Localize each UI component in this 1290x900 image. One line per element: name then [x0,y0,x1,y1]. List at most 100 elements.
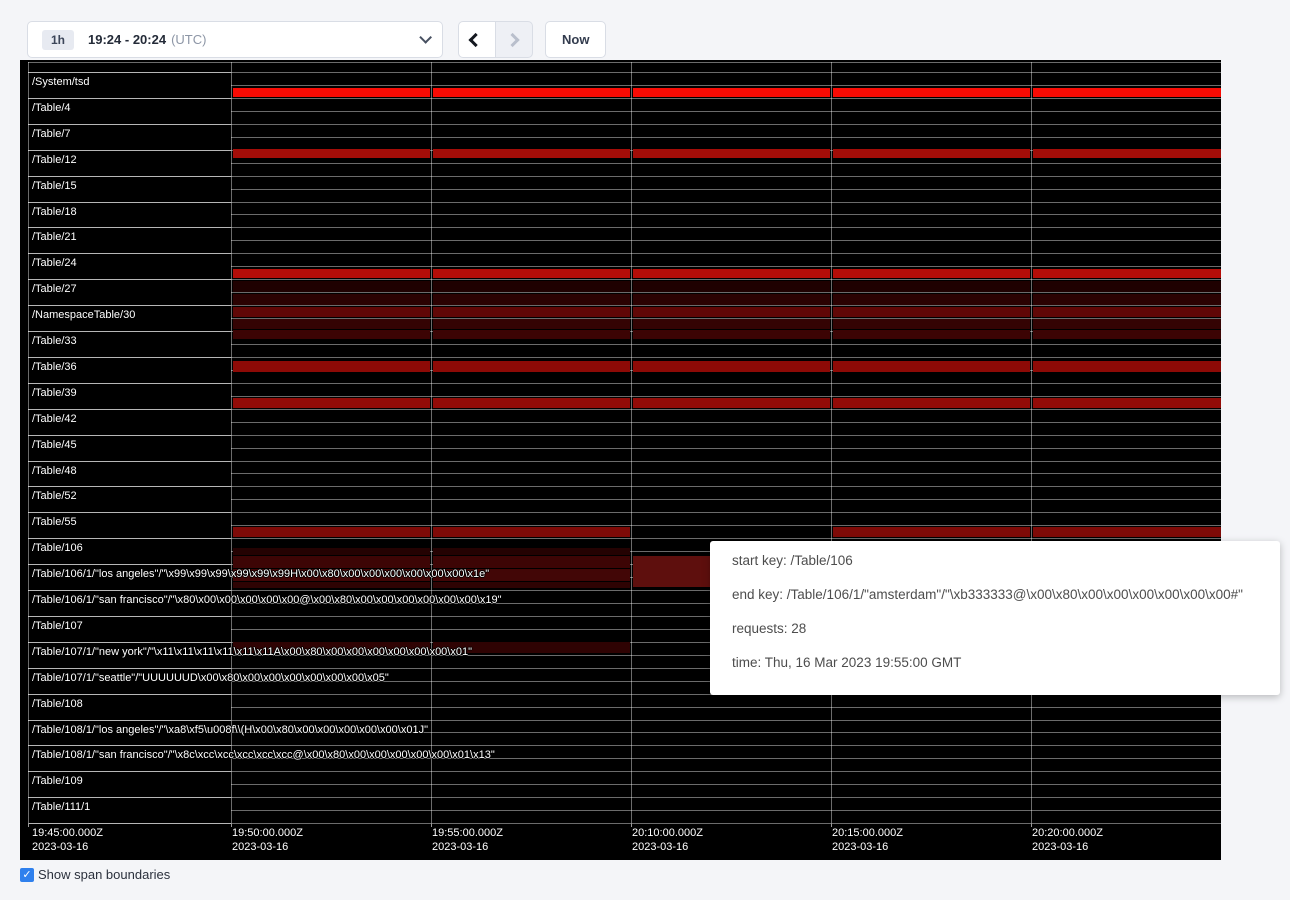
span-boundary-line [231,305,1221,306]
span-boundary-line [28,694,231,695]
time-range-text: 19:24 - 20:24 [88,32,166,47]
row-label: /Table/42 [32,413,77,425]
heatmap-band[interactable] [633,149,830,158]
heatmap-band[interactable] [833,149,1030,158]
heatmap-band[interactable] [233,361,430,372]
time-range-timezone: (UTC) [171,32,206,47]
heatmap-band[interactable] [833,361,1030,372]
heatmap-band[interactable] [633,556,710,587]
chevron-left-icon [469,32,483,46]
heatmap-band[interactable] [1033,330,1221,339]
heatmap-band[interactable] [833,527,1030,537]
span-boundary-line [28,357,231,358]
heatmap-band[interactable] [833,88,1030,97]
heatmap-band[interactable] [233,398,430,408]
prev-time-button[interactable] [458,21,496,58]
chevron-down-icon [419,31,432,44]
heatmap-band[interactable] [1033,361,1221,372]
span-boundary-line [231,202,1221,203]
heatmap-band[interactable] [433,527,630,537]
span-boundary-line [231,797,1221,798]
heatmap-band[interactable] [433,398,630,408]
heatmap-band[interactable] [433,307,630,317]
heatmap-band[interactable] [433,281,630,292]
keyspace-heatmap[interactable]: /System/tsd/Table/4/Table/7/Table/12/Tab… [20,60,1221,860]
heatmap-band[interactable] [233,527,430,537]
span-boundary-line [231,784,1221,785]
x-axis-tick-date: 2023-03-16 [432,840,503,854]
heatmap-band[interactable] [633,294,830,305]
heatmap-band[interactable] [1033,149,1221,158]
heatmap-band[interactable] [233,149,430,158]
row-label: /Table/39 [32,387,77,399]
span-boundary-line [28,564,231,565]
now-button[interactable]: Now [545,21,606,58]
heatmap-band[interactable] [233,548,430,555]
heatmap-band[interactable] [433,149,630,158]
heatmap-band[interactable] [633,88,830,97]
heatmap-band[interactable] [433,319,630,329]
heatmap-band[interactable] [233,281,430,292]
heatmap-band[interactable] [233,319,430,329]
heatmap-band[interactable] [633,281,830,292]
next-time-button[interactable] [495,21,533,58]
heatmap-band[interactable] [433,582,630,588]
x-axis-tick-date: 2023-03-16 [1032,840,1103,854]
heatmap-band[interactable] [233,307,430,317]
heatmap-band[interactable] [233,269,430,278]
span-boundary-line [231,499,1221,500]
row-label: /Table/106/1/"los angeles"/"\x99\x99\x99… [32,568,489,580]
row-label: /NamespaceTable/30 [32,309,135,321]
heatmap-band[interactable] [1033,307,1221,317]
heatmap-band[interactable] [633,307,830,317]
heatmap-band[interactable] [633,319,830,329]
heatmap-band[interactable] [233,556,430,568]
heatmap-band[interactable] [833,398,1030,408]
show-span-boundaries-checkbox[interactable]: ✓ [20,868,34,882]
heatmap-band[interactable] [1033,88,1221,97]
heatmap-band[interactable] [233,330,430,339]
span-boundary-line [231,461,1221,462]
heatmap-band[interactable] [1033,281,1221,292]
heatmap-band[interactable] [433,294,630,305]
heatmap-band[interactable] [833,294,1030,305]
time-gridline [831,62,832,823]
span-boundary-line [231,422,1221,423]
time-range-select[interactable]: 1h 19:24 - 20:24 (UTC) [27,21,443,58]
heatmap-band[interactable] [633,361,830,372]
heatmap-band[interactable] [233,294,430,305]
heatmap-band[interactable] [433,548,630,555]
heatmap-band[interactable] [633,398,830,408]
span-boundary-line [28,331,231,332]
heatmap-band[interactable] [1033,398,1221,408]
row-label: /Table/55 [32,516,77,528]
heatmap-band[interactable] [233,582,430,588]
heatmap-band[interactable] [233,88,430,97]
span-boundary-line [231,486,1221,487]
heatmap-band[interactable] [1033,527,1221,537]
heatmap-band[interactable] [833,269,1030,278]
heatmap-band[interactable] [433,556,630,568]
span-boundary-line [28,538,231,539]
heatmap-band[interactable] [433,330,630,339]
heatmap-band[interactable] [1033,269,1221,278]
span-boundary-line [231,823,1221,824]
heatmap-band[interactable] [1033,319,1221,329]
heatmap-band[interactable] [633,330,830,339]
span-boundary-line [231,473,1221,474]
heatmap-band[interactable] [633,269,830,278]
heatmap-band[interactable] [833,330,1030,339]
heatmap-band[interactable] [433,361,630,372]
heatmap-band[interactable] [833,319,1030,329]
row-label: /Table/15 [32,180,77,192]
span-boundary-line [231,745,1221,746]
tooltip-start-key: start key: /Table/106 [732,544,1258,578]
heatmap-band[interactable] [433,269,630,278]
heatmap-band[interactable] [833,281,1030,292]
heatmap-band[interactable] [833,307,1030,317]
span-boundary-line [28,590,231,591]
show-span-boundaries-label[interactable]: Show span boundaries [38,867,170,882]
heatmap-band[interactable] [433,88,630,97]
heatmap-band[interactable] [1033,294,1221,305]
row-label: /Table/111/1 [32,801,90,813]
